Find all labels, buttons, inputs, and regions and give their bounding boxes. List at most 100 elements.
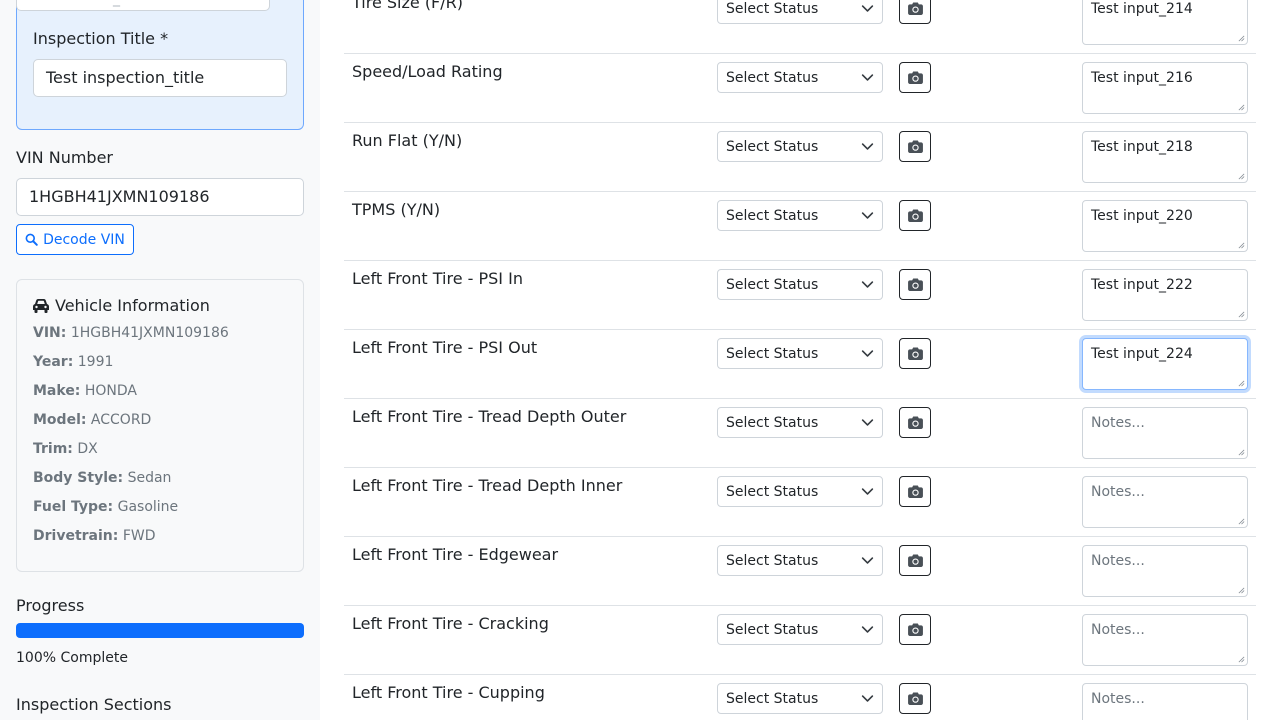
progress-text: 100% Complete xyxy=(16,650,128,666)
notes-textarea[interactable]: Notes... xyxy=(1082,407,1248,459)
vehicle-info-value: ACCORD xyxy=(90,412,152,428)
vehicle-info-value: 1HGBH41JXMN109186 xyxy=(70,325,229,341)
status-select[interactable]: Select Status xyxy=(717,407,883,438)
notes-textarea[interactable]: Test input_224 xyxy=(1082,338,1248,390)
inspection-item-label: Left Front Tire - Cracking xyxy=(352,614,549,633)
add-photo-button[interactable] xyxy=(899,200,931,231)
add-photo-button[interactable] xyxy=(899,683,931,714)
inspection-item-row: Left Front Tire - Tread Depth Inner Selec… xyxy=(344,468,1256,537)
inspection-item-row: Left Front Tire - Tread Depth Outer Selec… xyxy=(344,399,1256,468)
inspection-item-label: Run Flat (Y/N) xyxy=(352,131,463,150)
inspection-items-list: Tire Size (F/R) Select Status Test input_2… xyxy=(320,0,1280,720)
add-photo-button[interactable] xyxy=(899,131,931,162)
chevron-down-icon xyxy=(861,626,874,633)
add-photo-button[interactable] xyxy=(899,338,931,369)
vehicle-info-value: HONDA xyxy=(84,383,138,399)
add-photo-button[interactable] xyxy=(899,476,931,507)
vehicle-information-title-text: Vehicle Information xyxy=(55,296,210,315)
notes-placeholder: Notes... xyxy=(1091,691,1145,707)
resize-handle-icon[interactable] xyxy=(1238,656,1245,663)
vin-label: VIN Number xyxy=(16,148,113,167)
camera-icon xyxy=(907,623,923,636)
chevron-down-icon xyxy=(861,143,874,150)
resize-handle-icon[interactable] xyxy=(1238,449,1245,456)
status-select[interactable]: Select Status xyxy=(717,338,883,369)
status-select[interactable]: Select Status xyxy=(717,0,883,24)
inspection-item-row: Left Front Tire - PSI Out Select Status Te… xyxy=(344,330,1256,399)
add-photo-button[interactable] xyxy=(899,407,931,438)
inspection-title-input[interactable]: Test inspection_title xyxy=(33,59,287,97)
decode-vin-button[interactable]: Decode VIN xyxy=(16,224,134,255)
resize-handle-icon[interactable] xyxy=(1238,311,1245,318)
chevron-down-icon xyxy=(861,350,874,357)
vehicle-information-title: Vehicle Information xyxy=(33,296,210,315)
resize-handle-icon[interactable] xyxy=(1238,242,1245,249)
vehicle-info-value: Sedan xyxy=(127,470,172,486)
inspection-item-label: Left Front Tire - PSI In xyxy=(352,269,523,288)
chevron-down-icon xyxy=(861,695,874,702)
notes-textarea[interactable]: Notes... xyxy=(1082,683,1248,720)
notes-value: Test input_214 xyxy=(1091,1,1193,17)
resize-handle-icon[interactable] xyxy=(1238,35,1245,42)
vin-input[interactable]: 1HGBH41JXMN109186 xyxy=(16,178,304,216)
vehicle-info-key: Drivetrain: xyxy=(33,528,119,544)
inspection-item-row: Left Front Tire - Edgewear Select Status N… xyxy=(344,537,1256,606)
add-photo-button[interactable] xyxy=(899,62,931,93)
notes-textarea[interactable]: Notes... xyxy=(1082,476,1248,528)
add-photo-button[interactable] xyxy=(899,269,931,300)
vehicle-info-key: Make: xyxy=(33,383,81,399)
clipped-input-field[interactable]: _ xyxy=(16,0,270,11)
resize-handle-icon[interactable] xyxy=(1238,173,1245,180)
add-photo-button[interactable] xyxy=(899,614,931,645)
vehicle-info-value: Gasoline xyxy=(117,499,179,515)
chevron-down-icon xyxy=(861,557,874,564)
inspection-item-label: Left Front Tire - Tread Depth Outer xyxy=(352,407,627,426)
status-select-value: Select Status xyxy=(726,414,819,431)
status-select[interactable]: Select Status xyxy=(717,62,883,93)
status-select-value: Select Status xyxy=(726,483,819,500)
status-select[interactable]: Select Status xyxy=(717,614,883,645)
status-select-value: Select Status xyxy=(726,552,819,569)
notes-value: Test input_224 xyxy=(1091,346,1193,362)
status-select[interactable]: Select Status xyxy=(717,269,883,300)
status-select[interactable]: Select Status xyxy=(717,545,883,576)
status-select[interactable]: Select Status xyxy=(717,476,883,507)
vehicle-info-row: Year: 1991 xyxy=(33,354,113,370)
chevron-down-icon xyxy=(861,488,874,495)
vehicle-info-row: Model: ACCORD xyxy=(33,412,151,428)
resize-handle-icon[interactable] xyxy=(1238,587,1245,594)
progress-bar-fill xyxy=(16,623,304,638)
chevron-down-icon xyxy=(861,212,874,219)
notes-textarea[interactable]: Test input_222 xyxy=(1082,269,1248,321)
status-select-value: Select Status xyxy=(726,69,819,86)
notes-textarea[interactable]: Test input_220 xyxy=(1082,200,1248,252)
inspection-item-label: Left Front Tire - Cupping xyxy=(352,683,545,702)
inspection-sections-label: Inspection Sections xyxy=(16,695,172,714)
status-select[interactable]: Select Status xyxy=(717,200,883,231)
notes-value: Test input_222 xyxy=(1091,277,1193,293)
search-icon xyxy=(25,233,38,246)
camera-icon xyxy=(907,2,923,15)
vehicle-info-row: Body Style: Sedan xyxy=(33,470,171,486)
vehicle-info-key: Trim: xyxy=(33,441,73,457)
resize-handle-icon[interactable] xyxy=(1238,380,1245,387)
resize-handle-icon[interactable] xyxy=(1238,104,1245,111)
status-select-value: Select Status xyxy=(726,276,819,293)
status-select[interactable]: Select Status xyxy=(717,683,883,714)
progress-bar xyxy=(16,623,304,638)
resize-handle-icon[interactable] xyxy=(1238,518,1245,525)
notes-textarea[interactable]: Test input_214 xyxy=(1082,0,1248,45)
vehicle-info-row: VIN: 1HGBH41JXMN109186 xyxy=(33,325,229,341)
notes-textarea[interactable]: Test input_218 xyxy=(1082,131,1248,183)
notes-textarea[interactable]: Test input_216 xyxy=(1082,62,1248,114)
camera-icon xyxy=(907,140,923,153)
notes-textarea[interactable]: Notes... xyxy=(1082,545,1248,597)
status-select[interactable]: Select Status xyxy=(717,131,883,162)
inspection-item-label: Left Front Tire - Tread Depth Inner xyxy=(352,476,623,495)
camera-icon xyxy=(907,416,923,429)
add-photo-button[interactable] xyxy=(899,545,931,576)
notes-placeholder: Notes... xyxy=(1091,415,1145,431)
add-photo-button[interactable] xyxy=(899,0,931,24)
notes-textarea[interactable]: Notes... xyxy=(1082,614,1248,666)
inspection-item-label: Left Front Tire - Edgewear xyxy=(352,545,559,564)
